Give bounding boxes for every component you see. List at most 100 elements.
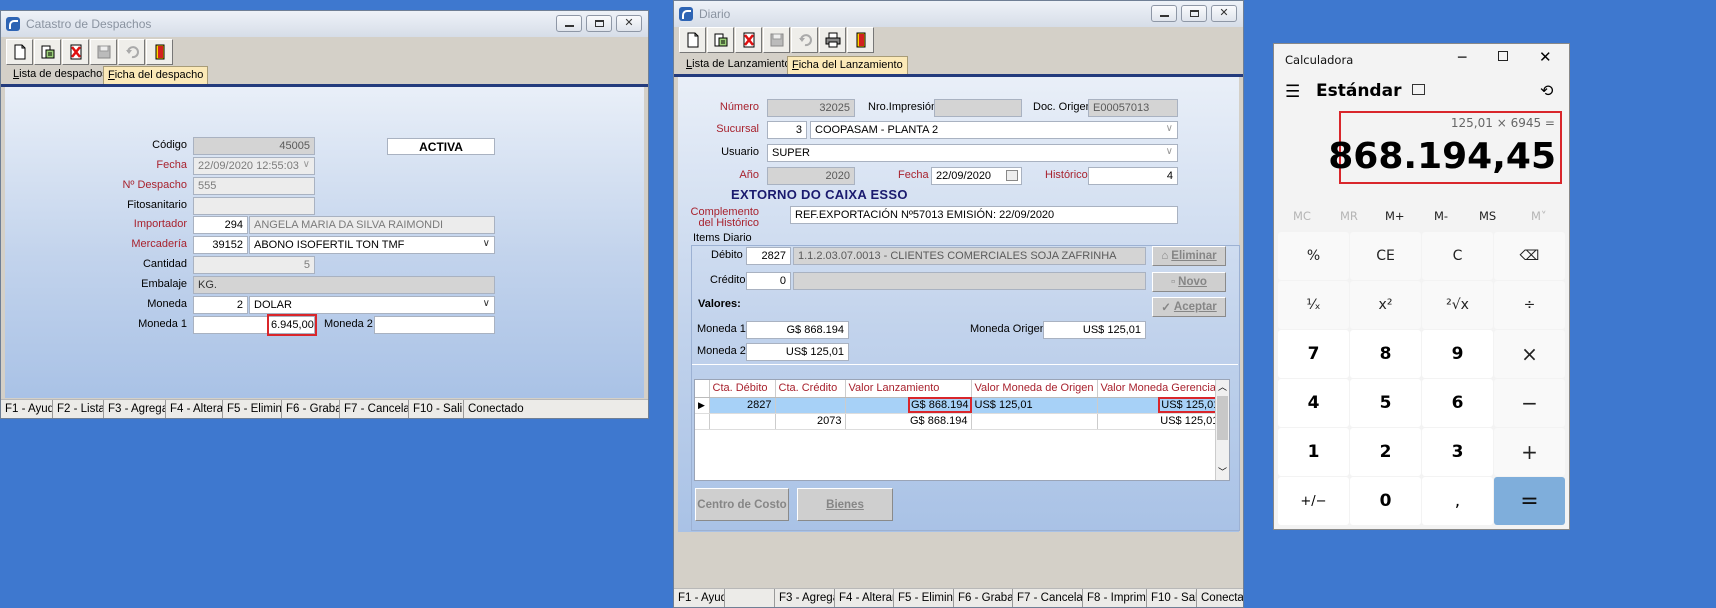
digit-3-button[interactable]: 3 xyxy=(1422,428,1493,476)
percent-button[interactable]: % xyxy=(1278,232,1349,280)
header-cta-credito[interactable]: Cta. Crédito xyxy=(775,380,846,398)
status-f1[interactable]: F1 - Ayud xyxy=(1,400,53,418)
exit-button[interactable] xyxy=(146,39,173,65)
digit-2-button[interactable]: 2 xyxy=(1350,428,1421,476)
mercaderia-select[interactable]: ABONO ISOFERTIL TON TMF xyxy=(249,236,495,254)
edit-button[interactable] xyxy=(34,39,61,65)
scroll-thumb[interactable] xyxy=(1217,396,1228,440)
delete-button[interactable] xyxy=(62,39,89,65)
moneda-origen-field[interactable]: US$ 125,01 xyxy=(1043,321,1146,339)
multiply-button[interactable]: × xyxy=(1494,330,1565,378)
status-f4[interactable]: F4 - Alterar xyxy=(166,400,223,418)
moneda-select[interactable]: DOLAR xyxy=(249,296,495,314)
delete-button[interactable] xyxy=(735,27,762,53)
sucursal-select[interactable]: COOPASAM - PLANTA 2 xyxy=(810,121,1178,139)
novo-button[interactable]: ▫ Novo xyxy=(1152,272,1226,292)
status-f6[interactable]: F6 - Grabar xyxy=(282,400,340,418)
aceptar-button[interactable]: ✓ Aceptar xyxy=(1152,297,1226,317)
close-button[interactable]: ✕ xyxy=(616,15,642,32)
scroll-up-icon[interactable]: ︿ xyxy=(1216,380,1229,393)
status-f1[interactable]: F1 - Ayud xyxy=(674,589,725,607)
codigo-field[interactable]: 45005 xyxy=(193,137,315,155)
moneda1-field[interactable]: G$ 868.194 xyxy=(746,321,849,339)
catastro-titlebar[interactable]: Catastro de Despachos ✕ xyxy=(1,11,648,37)
header-valor-lanzamiento[interactable]: Valor Lanzamiento xyxy=(845,380,972,398)
eliminar-button[interactable]: ⌂ Eliminar xyxy=(1152,246,1226,266)
items-grid[interactable]: Cta. Débito Cta. Crédito Valor Lanzamien… xyxy=(694,379,1230,481)
table-row[interactable]: 2073 G$ 868.194 US$ 125,01 xyxy=(695,413,1223,430)
memory-list-button[interactable]: M˅ xyxy=(1531,209,1547,223)
debito-code-field[interactable]: 2827 xyxy=(746,247,791,265)
moneda-code-field[interactable]: 2 xyxy=(193,296,248,314)
memory-recall-button[interactable]: MR xyxy=(1340,209,1358,223)
clear-button[interactable]: C xyxy=(1422,232,1493,280)
header-valor-moneda-gerencial[interactable]: Valor Moneda Gerencial xyxy=(1097,380,1223,398)
ano-field[interactable]: 2020 xyxy=(767,167,855,185)
digit-4-button[interactable]: 4 xyxy=(1278,379,1349,427)
status-f5[interactable]: F5 - Elimina xyxy=(223,400,282,418)
new-button[interactable] xyxy=(679,27,706,53)
header-valor-moneda-origen[interactable]: Valor Moneda de Origen xyxy=(971,380,1098,398)
minimize-button[interactable] xyxy=(556,15,582,32)
keep-on-top-icon[interactable] xyxy=(1412,84,1425,95)
moneda2-field[interactable] xyxy=(374,316,495,334)
status-f2[interactable]: F2 - Lista xyxy=(53,400,104,418)
sucursal-code-field[interactable]: 3 xyxy=(767,121,807,139)
mercaderia-code-field[interactable]: 39152 xyxy=(193,236,248,254)
header-cta-debito[interactable]: Cta. Débito xyxy=(709,380,776,398)
history-icon[interactable]: ⟲ xyxy=(1540,81,1553,100)
doc-origen-field[interactable]: E00057013 xyxy=(1088,99,1178,117)
equals-button[interactable]: = xyxy=(1494,477,1565,525)
digit-8-button[interactable]: 8 xyxy=(1350,330,1421,378)
moneda2-field[interactable]: US$ 125,01 xyxy=(746,343,849,361)
bienes-button[interactable]: Bienes xyxy=(797,488,893,521)
square-button[interactable]: x² xyxy=(1350,281,1421,329)
negate-button[interactable]: +/− xyxy=(1278,477,1349,525)
memory-clear-button[interactable]: MC xyxy=(1293,209,1311,223)
fecha-picker[interactable]: 22/09/2020 12:55:03 xyxy=(193,157,315,175)
tab-ficha-despacho[interactable]: Ficha del despacho xyxy=(103,66,209,84)
centro-costo-button[interactable]: Centro de Costo xyxy=(695,488,789,521)
clear-entry-button[interactable]: CE xyxy=(1350,232,1421,280)
memory-store-button[interactable]: MS xyxy=(1479,209,1496,223)
undo-button[interactable] xyxy=(791,27,818,53)
numero-field[interactable]: 32025 xyxy=(767,99,855,117)
status-f10[interactable]: F10 - Salir xyxy=(1147,589,1197,607)
close-button[interactable]: ✕ xyxy=(1211,5,1237,22)
reciprocal-button[interactable]: ¹⁄ₓ xyxy=(1278,281,1349,329)
embalaje-field[interactable]: KG. xyxy=(193,276,495,294)
maximize-button[interactable] xyxy=(586,15,612,32)
fito-field[interactable] xyxy=(193,197,315,215)
status-f7[interactable]: F7 - Cancelar xyxy=(340,400,409,418)
save-button[interactable] xyxy=(90,39,117,65)
digit-1-button[interactable]: 1 xyxy=(1278,428,1349,476)
digit-0-button[interactable]: 0 xyxy=(1350,477,1421,525)
print-button[interactable] xyxy=(819,27,846,53)
status-f3[interactable]: F3 - Agrega xyxy=(775,589,835,607)
status-f7[interactable]: F7 - Cancelar xyxy=(1013,589,1083,607)
divide-button[interactable]: ÷ xyxy=(1494,281,1565,329)
status-f4[interactable]: F4 - Alterar xyxy=(835,589,894,607)
status-f10[interactable]: F10 - Salir xyxy=(409,400,464,418)
tab-lista-lanzamientos[interactable]: Lista de Lanzamientos xyxy=(682,56,800,74)
new-button[interactable] xyxy=(6,39,33,65)
usuario-select[interactable]: SUPER xyxy=(767,144,1178,162)
cantidad-field[interactable]: 5 xyxy=(193,256,315,274)
tab-ficha-lanzamiento[interactable]: Ficha del Lanzamiento xyxy=(787,56,908,74)
digit-5-button[interactable]: 5 xyxy=(1350,379,1421,427)
status-f5[interactable]: F5 - Elimina xyxy=(894,589,954,607)
add-button[interactable]: + xyxy=(1494,428,1565,476)
digit-6-button[interactable]: 6 xyxy=(1422,379,1493,427)
status-f6[interactable]: F6 - Grabar xyxy=(954,589,1013,607)
complemento-field[interactable]: REF.EXPORTACIÓN Nº57013 EMISIÓN: 22/09/2… xyxy=(790,206,1178,224)
memory-add-button[interactable]: M+ xyxy=(1385,209,1405,223)
scroll-down-icon[interactable]: ﹀ xyxy=(1216,465,1229,478)
exit-button[interactable] xyxy=(847,27,874,53)
calc-minimize-button[interactable]: ─ xyxy=(1458,50,1466,66)
table-row[interactable]: ▶ 2827 G$ 868.194 US$ 125,01 US$ 125,01 xyxy=(695,397,1223,414)
calc-maximize-button[interactable] xyxy=(1498,51,1508,61)
credito-code-field[interactable]: 0 xyxy=(746,272,791,290)
subtract-button[interactable]: − xyxy=(1494,379,1565,427)
nro-impresion-field[interactable] xyxy=(934,99,1022,117)
tab-lista-despachos[interactable]: Lista de despachos xyxy=(9,66,112,84)
